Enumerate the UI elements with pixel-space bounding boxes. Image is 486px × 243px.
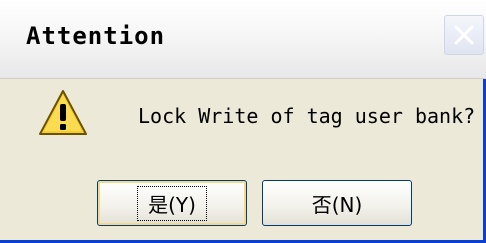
- title-bar[interactable]: Attention: [0, 0, 486, 79]
- no-button[interactable]: 否(N): [262, 180, 412, 226]
- yes-button-label: 是(Y): [137, 185, 207, 221]
- attention-dialog: Attention Lock Write of tag user bank? 是…: [0, 0, 486, 243]
- close-button[interactable]: [444, 15, 484, 55]
- close-icon: [454, 25, 474, 45]
- warning-icon: [39, 90, 87, 135]
- dialog-title: Attention: [26, 22, 166, 50]
- no-button-label: 否(N): [311, 192, 363, 217]
- yes-button[interactable]: 是(Y): [97, 180, 247, 226]
- dialog-message: Lock Write of tag user bank?: [138, 104, 476, 128]
